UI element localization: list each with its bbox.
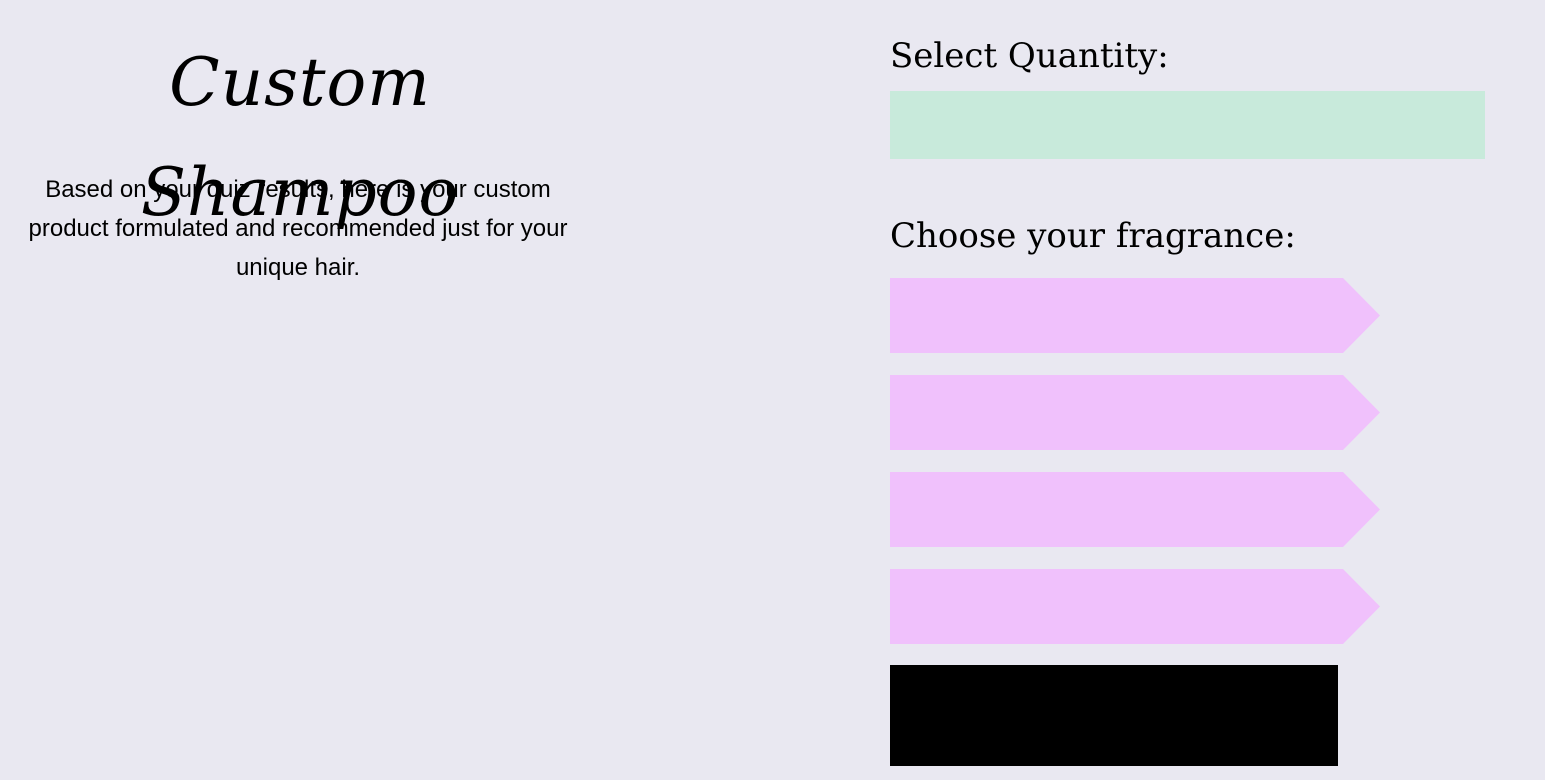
submit-button[interactable] <box>890 665 1338 766</box>
fragrance-option[interactable] <box>890 472 1380 547</box>
fragrance-option[interactable] <box>890 278 1380 353</box>
quantity-label: Select Quantity: <box>890 36 1169 76</box>
quantity-input[interactable] <box>890 91 1485 159</box>
product-options-panel: Select Quantity: Choose your fragrance: <box>890 0 1510 780</box>
product-info-panel: Custom Shampoo Based on your quiz result… <box>0 0 600 780</box>
fragrance-option[interactable] <box>890 375 1380 450</box>
fragrance-options <box>890 278 1390 666</box>
fragrance-option[interactable] <box>890 569 1380 644</box>
fragrance-label: Choose your fragrance: <box>890 216 1296 256</box>
product-description: Based on your quiz results, here is your… <box>28 176 568 281</box>
